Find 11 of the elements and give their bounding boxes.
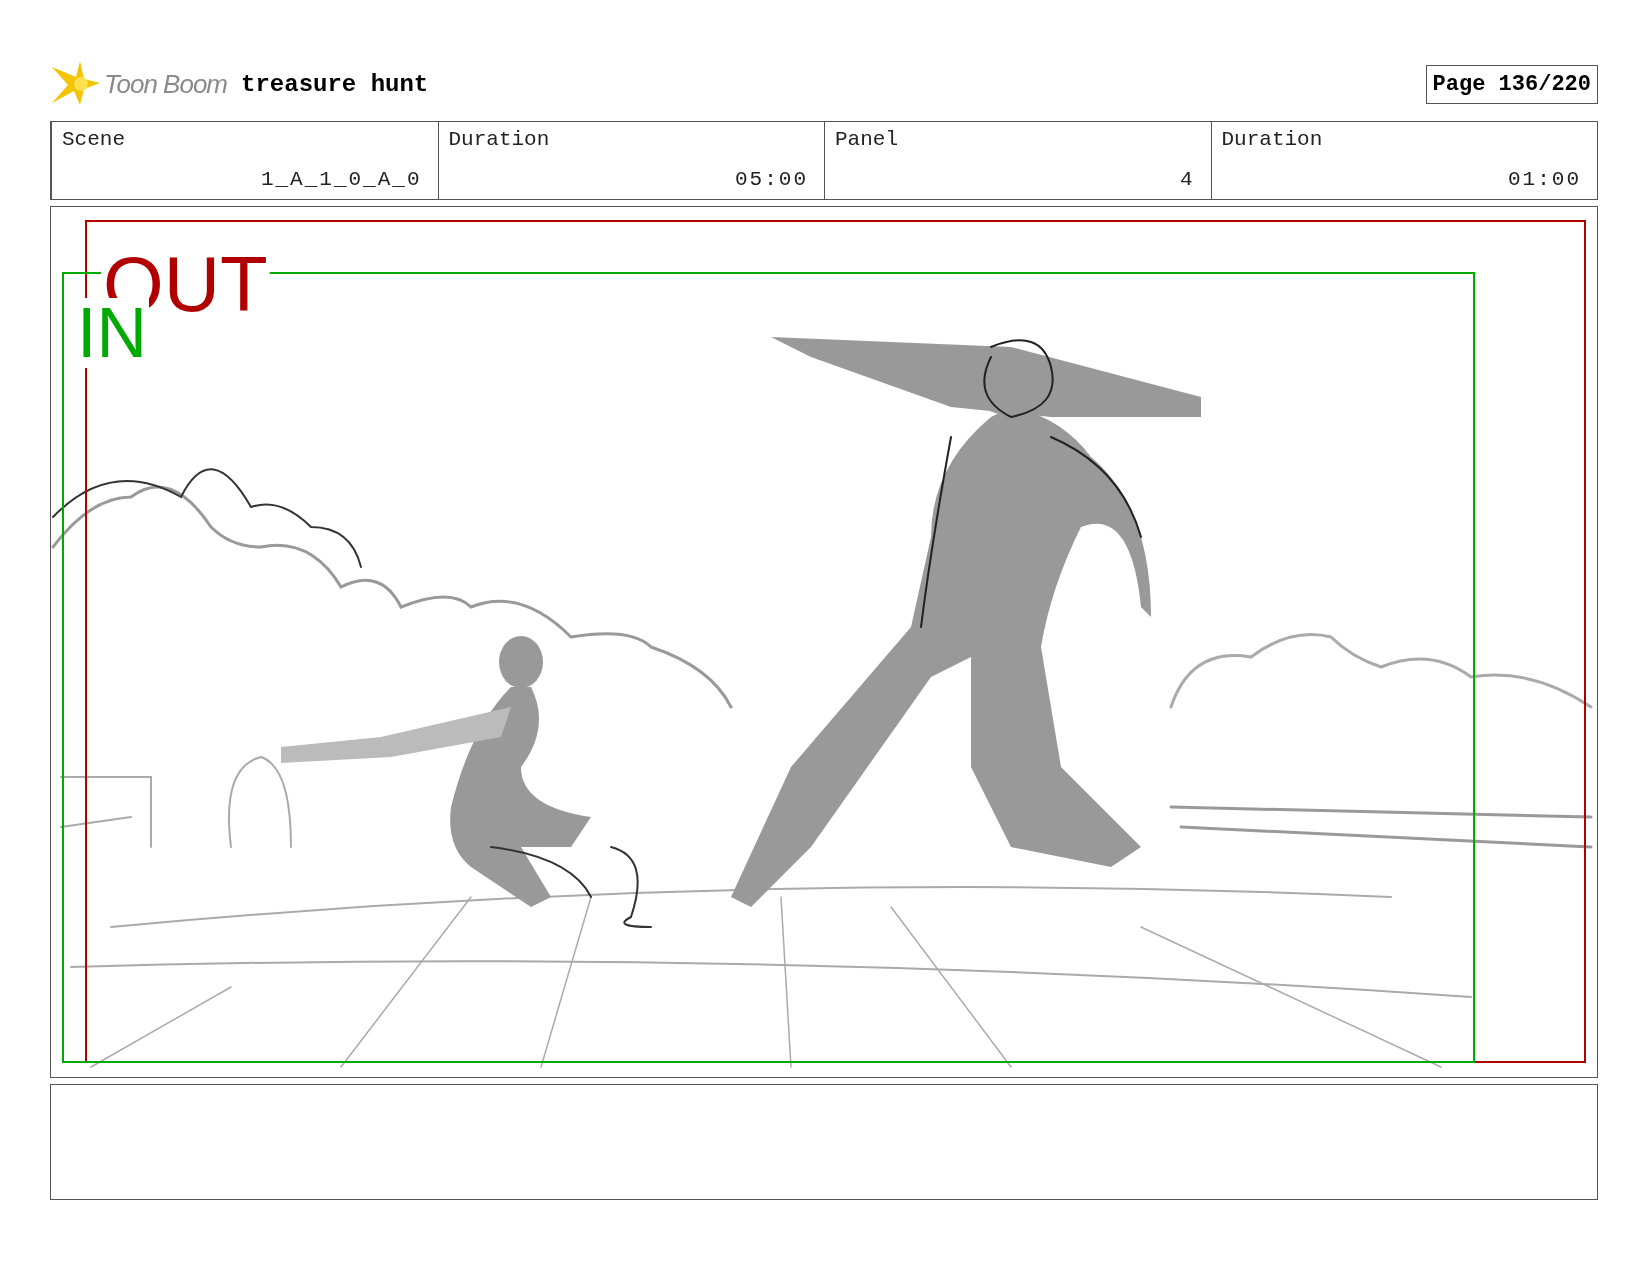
field-value: 4	[1179, 168, 1195, 191]
field-label: Duration	[1221, 128, 1324, 151]
field-label: Scene	[62, 128, 126, 151]
field-value: 01:00	[1508, 168, 1581, 191]
field-value: 1_A_1_0_A_0	[260, 168, 422, 191]
page-number: Page 136/220	[1425, 64, 1598, 104]
logo-text: Toon Boom	[104, 68, 228, 100]
project-title: treasure hunt	[241, 70, 429, 98]
field-value: 05:00	[735, 168, 808, 191]
field-label: Panel	[835, 128, 899, 151]
field-label: Duration	[448, 128, 551, 151]
